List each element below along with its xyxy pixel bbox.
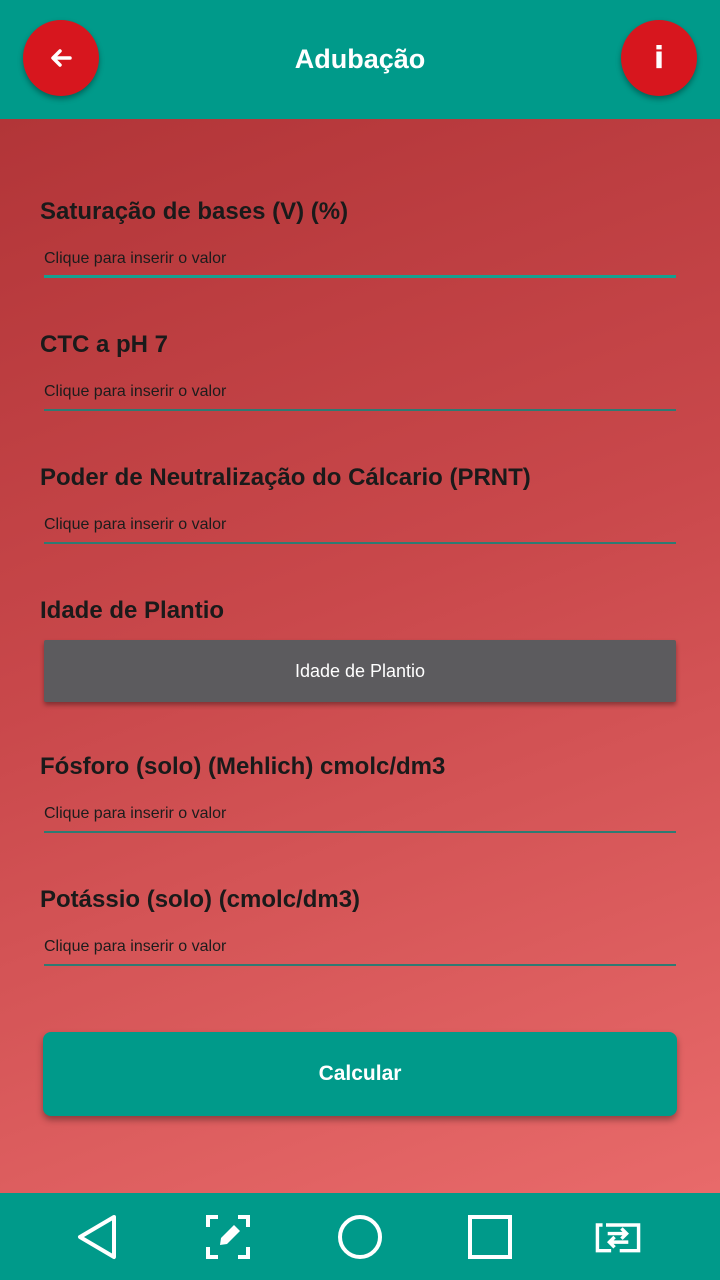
- info-button[interactable]: i: [621, 20, 697, 96]
- arrow-left-icon: [51, 49, 72, 67]
- phosphorus-label: Fósforo (solo) (Mehlich) cmolc/dm3: [40, 753, 446, 780]
- page-title: Adubação: [294, 44, 426, 74]
- app-header: Adubação i: [0, 0, 720, 119]
- screenshot-edit-icon[interactable]: [204, 1213, 252, 1261]
- home-circle-icon[interactable]: [336, 1213, 384, 1261]
- switch-app-icon[interactable]: [594, 1213, 642, 1261]
- planting-age-label: Idade de Plantio: [40, 597, 225, 624]
- potassium-input[interactable]: Clique para inserir o valor: [44, 932, 676, 966]
- recents-square-icon[interactable]: [466, 1213, 514, 1261]
- ctc-label: CTC a pH 7: [40, 331, 169, 358]
- prnt-input[interactable]: Clique para inserir o valor: [44, 510, 676, 544]
- back-button[interactable]: [23, 20, 99, 96]
- ctc-input[interactable]: Clique para inserir o valor: [44, 377, 676, 411]
- form-container: Saturação de bases (V) (%) Clique para i…: [0, 119, 720, 1193]
- info-icon: i: [653, 40, 665, 76]
- back-triangle-icon[interactable]: [74, 1213, 122, 1261]
- potassium-label: Potássio (solo) (cmolc/dm3): [40, 886, 361, 913]
- base-saturation-input[interactable]: Clique para inserir o valor: [44, 244, 676, 278]
- planting-age-button[interactable]: Idade de Plantio: [44, 640, 676, 702]
- calculate-button[interactable]: Calcular: [43, 1032, 677, 1116]
- phosphorus-input[interactable]: Clique para inserir o valor: [44, 799, 676, 833]
- base-saturation-label: Saturação de bases (V) (%): [40, 198, 349, 225]
- prnt-label: Poder de Neutralização do Cálcario (PRNT…: [40, 464, 531, 491]
- system-navbar: [0, 1193, 720, 1280]
